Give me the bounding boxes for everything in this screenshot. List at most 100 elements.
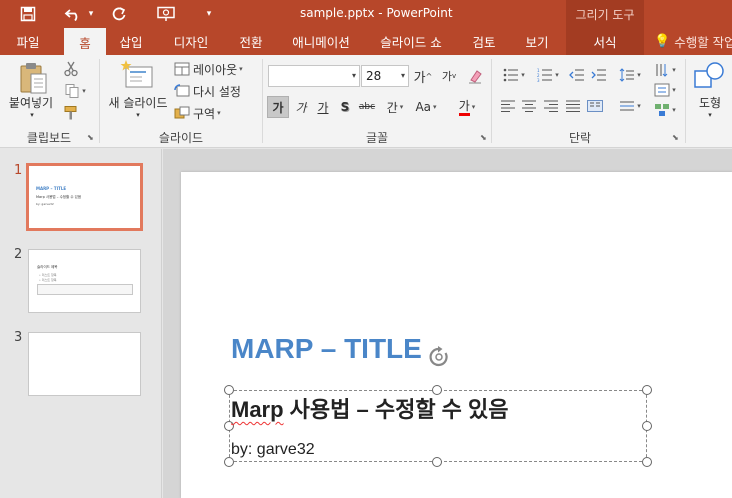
slideshow-icon[interactable] bbox=[152, 0, 180, 28]
tell-me-box[interactable]: 💡 수행할 작업 bbox=[654, 28, 732, 55]
spellcheck-word: Marp bbox=[231, 397, 284, 422]
font-size-dropdown-icon: ▾ bbox=[400, 71, 405, 80]
italic-button[interactable]: 가 bbox=[290, 96, 312, 118]
reset-label: 다시 설정 bbox=[193, 84, 241, 99]
slide-title[interactable]: MARP – TITLE bbox=[231, 333, 422, 365]
copy-icon[interactable]: ▾ bbox=[60, 81, 90, 101]
tab-view[interactable]: 보기 bbox=[514, 28, 560, 55]
customize-icon[interactable]: ▾ bbox=[202, 0, 216, 28]
text-direction-icon bbox=[654, 63, 670, 77]
strikethrough-button[interactable]: abc bbox=[356, 96, 378, 118]
change-case-button[interactable]: Aa ▾ bbox=[411, 96, 441, 118]
tab-file[interactable]: 파일 bbox=[0, 28, 56, 55]
numbering-button[interactable]: 123 ▾ bbox=[532, 65, 564, 85]
shrink-font-button[interactable]: 가v bbox=[438, 65, 460, 87]
align-text-button[interactable]: ▾ bbox=[614, 96, 646, 116]
shapes-dropdown-icon[interactable]: ▾ bbox=[700, 110, 720, 120]
layout-dropdown-icon: ▾ bbox=[239, 65, 243, 73]
tab-transitions[interactable]: 전환 bbox=[228, 28, 274, 55]
title-bar: ▾ ▾ sample.pptx - PowerPoint 그리기 도구 bbox=[0, 0, 732, 28]
bullets-button[interactable]: ▾ bbox=[498, 65, 530, 85]
new-slide-button[interactable]: 새 슬라이드 bbox=[103, 95, 173, 110]
convert-smartart-button[interactable]: ▾ bbox=[650, 101, 680, 119]
justify-icon[interactable] bbox=[563, 96, 583, 116]
redo-icon[interactable] bbox=[106, 0, 132, 28]
increase-indent-icon[interactable] bbox=[589, 65, 609, 85]
grow-font-label: 가 bbox=[413, 70, 426, 86]
shrink-font-label: 가 bbox=[441, 70, 452, 83]
resize-handle-right[interactable] bbox=[642, 421, 652, 431]
font-name-combo[interactable]: ▾ bbox=[268, 65, 360, 87]
tab-slideshow[interactable]: 슬라이드 쇼 bbox=[368, 28, 454, 55]
new-slide-icon[interactable] bbox=[120, 59, 154, 96]
tab-home[interactable]: 홈 bbox=[64, 28, 106, 56]
slide-thumbnail-2[interactable]: 슬라이드 제목 • 리스트 항목 • 리스트 항목 bbox=[28, 249, 141, 313]
bold-button[interactable]: 가 bbox=[267, 96, 289, 118]
tab-format[interactable]: 서식 bbox=[566, 28, 644, 55]
character-spacing-button[interactable]: 간 ▾ bbox=[380, 96, 410, 118]
align-right-icon[interactable] bbox=[541, 96, 561, 116]
new-slide-label: 새 슬라이드 bbox=[108, 95, 168, 110]
undo-icon[interactable] bbox=[60, 0, 86, 28]
change-case-label: Aa bbox=[415, 100, 432, 114]
thumbnail-bullet: • 리스트 항목 bbox=[39, 273, 57, 277]
cut-icon[interactable] bbox=[60, 59, 82, 79]
undo-dropdown-icon[interactable]: ▾ bbox=[86, 0, 96, 28]
layout-label: 레이아웃 bbox=[193, 62, 238, 77]
align-text-vertical-button[interactable]: ▾ bbox=[650, 81, 680, 99]
rotate-handle-icon[interactable] bbox=[427, 345, 451, 372]
font-color-button[interactable]: 가 ▾ bbox=[450, 96, 484, 118]
tab-design[interactable]: 디자인 bbox=[162, 28, 220, 55]
resize-handle-top-right[interactable] bbox=[642, 385, 652, 395]
thumbnail-bullet: • 리스트 항목 bbox=[39, 278, 57, 282]
tab-review[interactable]: 검토 bbox=[462, 28, 506, 55]
tab-insert[interactable]: 삽입 bbox=[110, 28, 152, 55]
reset-button[interactable]: 다시 설정 bbox=[174, 81, 241, 101]
font-size-combo[interactable]: 28 ▾ bbox=[361, 65, 409, 87]
shapes-icon[interactable] bbox=[693, 61, 725, 94]
slide-byline[interactable]: by: garve32 bbox=[231, 441, 315, 459]
tab-animations[interactable]: 애니메이션 bbox=[282, 28, 360, 55]
font-color-label: 가 bbox=[458, 99, 470, 116]
align-center-icon[interactable] bbox=[519, 96, 539, 116]
tell-me-label: 수행할 작업 bbox=[674, 35, 732, 50]
decrease-indent-icon[interactable] bbox=[567, 65, 587, 85]
underline-button[interactable]: 가 bbox=[312, 96, 334, 118]
ribbon: 붙여넣기 ▾ ▾ 클립보드 ⬊ 새 슬라이드 ▾ 레이아웃 ▾ 다시 설정 구역… bbox=[0, 55, 732, 148]
align-left-icon[interactable] bbox=[498, 96, 518, 116]
shadow-button[interactable]: S bbox=[334, 96, 356, 118]
slide-number-1: 1 bbox=[14, 163, 23, 178]
shapes-button[interactable]: 도형 bbox=[692, 95, 728, 110]
paste-icon[interactable] bbox=[18, 61, 50, 98]
format-painter-icon[interactable] bbox=[60, 103, 82, 123]
separator bbox=[685, 59, 686, 143]
font-launcher-icon[interactable]: ⬊ bbox=[480, 133, 487, 142]
slide-thumbnail-1[interactable]: MARP – TITLE Marp 사용법 – 수정할 수 있음 by: gar… bbox=[26, 163, 143, 231]
align-text-vertical-icon bbox=[654, 83, 670, 97]
columns-icon[interactable] bbox=[585, 96, 605, 116]
character-spacing-label: 간 bbox=[386, 100, 398, 115]
resize-handle-bottom[interactable] bbox=[432, 457, 442, 467]
slide-subtitle[interactable]: Marp 사용법 – 수정할 수 있음 bbox=[231, 392, 509, 424]
clear-formatting-icon[interactable] bbox=[464, 65, 486, 87]
line-spacing-button[interactable]: ▾ bbox=[614, 65, 646, 85]
font-group-label: 글꼴 bbox=[365, 131, 389, 145]
new-slide-dropdown-icon[interactable]: ▾ bbox=[128, 110, 148, 120]
save-icon[interactable] bbox=[14, 0, 42, 28]
smartart-icon bbox=[654, 103, 670, 117]
slide-thumbnail-3[interactable] bbox=[28, 332, 141, 396]
paste-dropdown-icon[interactable]: ▾ bbox=[22, 110, 42, 120]
slide-number-3: 3 bbox=[14, 330, 23, 345]
paragraph-launcher-icon[interactable]: ⬊ bbox=[672, 133, 679, 142]
slide-number-2: 2 bbox=[14, 247, 23, 262]
paste-button[interactable]: 붙여넣기 bbox=[6, 95, 56, 110]
layout-button[interactable]: 레이아웃 ▾ bbox=[174, 59, 243, 79]
resize-handle-bottom-right[interactable] bbox=[642, 457, 652, 467]
grow-font-button[interactable]: 가 ^ bbox=[412, 65, 434, 87]
bullets-icon bbox=[503, 68, 519, 82]
paste-label: 붙여넣기 bbox=[8, 95, 54, 110]
clipboard-launcher-icon[interactable]: ⬊ bbox=[87, 133, 94, 142]
text-direction-button[interactable]: ▾ bbox=[650, 61, 680, 79]
font-size-value: 28 bbox=[366, 69, 382, 83]
section-button[interactable]: 구역 ▾ bbox=[174, 103, 221, 123]
